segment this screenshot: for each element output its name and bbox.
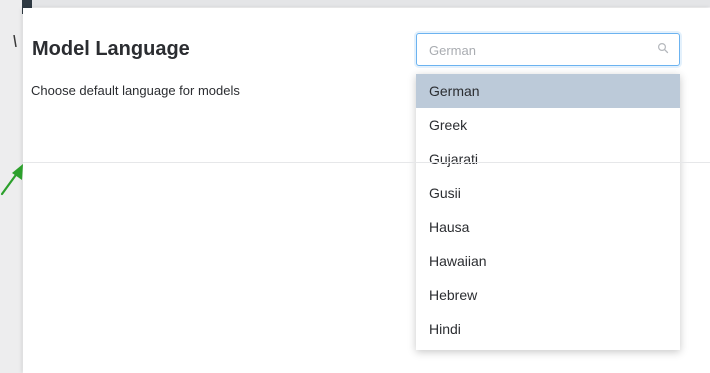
- setting-description: Choose default language for models: [31, 83, 240, 98]
- option-label: Greek: [429, 117, 468, 133]
- language-option-hausa[interactable]: Hausa: [416, 210, 680, 244]
- annotation-arrow-icon: [0, 164, 23, 196]
- top-bar: [32, 0, 710, 7]
- option-label: Gujarati: [429, 151, 479, 167]
- search-icon: [657, 42, 669, 54]
- language-dropdown-list: German Greek Gujarati Gusii Hausa Hawaii…: [416, 74, 680, 350]
- option-label: Hindi: [429, 321, 461, 337]
- edge-mark: [13, 35, 17, 47]
- search-input-value[interactable]: German: [429, 43, 476, 58]
- language-option-hindi[interactable]: Hindi: [416, 312, 680, 346]
- language-option-gusii[interactable]: Gusii: [416, 176, 680, 210]
- section-divider: [23, 162, 710, 163]
- language-option-german[interactable]: German: [416, 74, 680, 108]
- option-label: German: [429, 83, 480, 99]
- language-option-hebrew[interactable]: Hebrew: [416, 278, 680, 312]
- settings-panel: Model Language Choose default language f…: [23, 8, 710, 373]
- language-option-greek[interactable]: Greek: [416, 108, 680, 142]
- option-label: Gusii: [429, 185, 461, 201]
- language-search-input[interactable]: German: [416, 33, 680, 66]
- setting-title: Model Language: [32, 38, 190, 60]
- option-label: Hausa: [429, 219, 470, 235]
- option-label: Hawaiian: [429, 253, 487, 269]
- option-label: Hebrew: [429, 287, 478, 303]
- language-option-hawaiian[interactable]: Hawaiian: [416, 244, 680, 278]
- language-option-gujarati[interactable]: Gujarati: [416, 142, 680, 176]
